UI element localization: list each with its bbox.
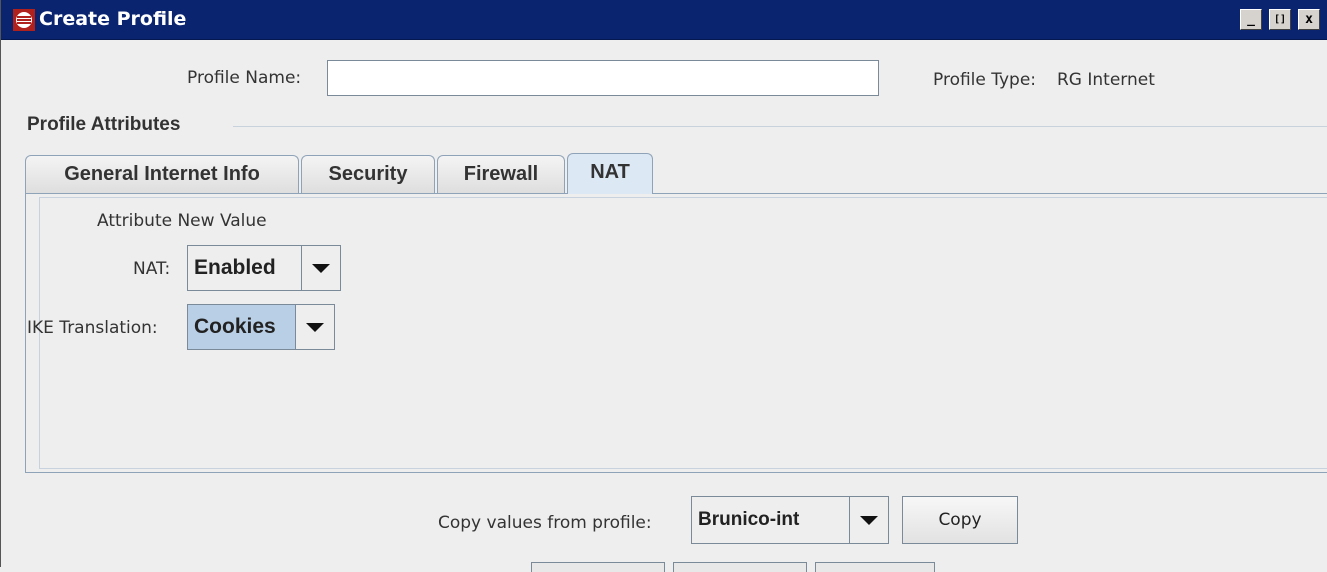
section-divider [233,126,1327,127]
dialog-button[interactable] [531,562,665,572]
profile-type-label: Profile Type: [933,70,1037,90]
close-button[interactable]: x [1298,9,1320,30]
tab-firewall[interactable]: Firewall [437,155,565,193]
profile-attributes-title: Profile Attributes [27,114,181,135]
chevron-down-icon [860,515,878,525]
copy-values-label: Copy values from profile: [438,513,652,533]
nat-dropdown-value[interactable]: Enabled [188,246,301,290]
minimize-button[interactable]: _ [1240,9,1262,30]
chevron-down-icon [312,263,330,273]
copy-profile-dropdown-value[interactable]: Brunico-int [692,497,849,543]
nat-dropdown[interactable]: Enabled [187,245,341,291]
nat-label: NAT: [133,259,171,279]
attribute-header: Attribute New Value [97,211,267,231]
maximize-button[interactable]: [] [1269,9,1291,30]
title-bar[interactable]: Create Profile _ [] x [1,0,1327,40]
profile-type-value: RG Internet [1057,70,1155,90]
dialog-button[interactable] [815,562,935,572]
ike-translation-dropdown[interactable]: Cookies [187,304,335,350]
copy-profile-dropdown-arrow[interactable] [849,497,888,543]
create-profile-window: Create Profile _ [] x Profile Name: Prof… [0,0,1327,572]
tab-security[interactable]: Security [301,155,435,193]
tab-nat[interactable]: NAT [567,153,653,194]
copy-button[interactable]: Copy [902,496,1018,544]
ike-translation-dropdown-value[interactable]: Cookies [188,305,295,349]
chevron-down-icon [306,322,324,332]
app-logo-icon [13,9,35,31]
ike-translation-label: IKE Translation: [27,318,158,338]
copy-profile-dropdown[interactable]: Brunico-int [691,496,889,544]
profile-name-label: Profile Name: [187,68,302,88]
ike-translation-dropdown-arrow[interactable] [295,305,334,349]
nat-dropdown-arrow[interactable] [301,246,340,290]
window-title: Create Profile [39,8,187,30]
dialog-button[interactable] [673,562,807,572]
tab-general-internet-info[interactable]: General Internet Info [25,155,299,193]
profile-name-input[interactable] [327,60,879,96]
